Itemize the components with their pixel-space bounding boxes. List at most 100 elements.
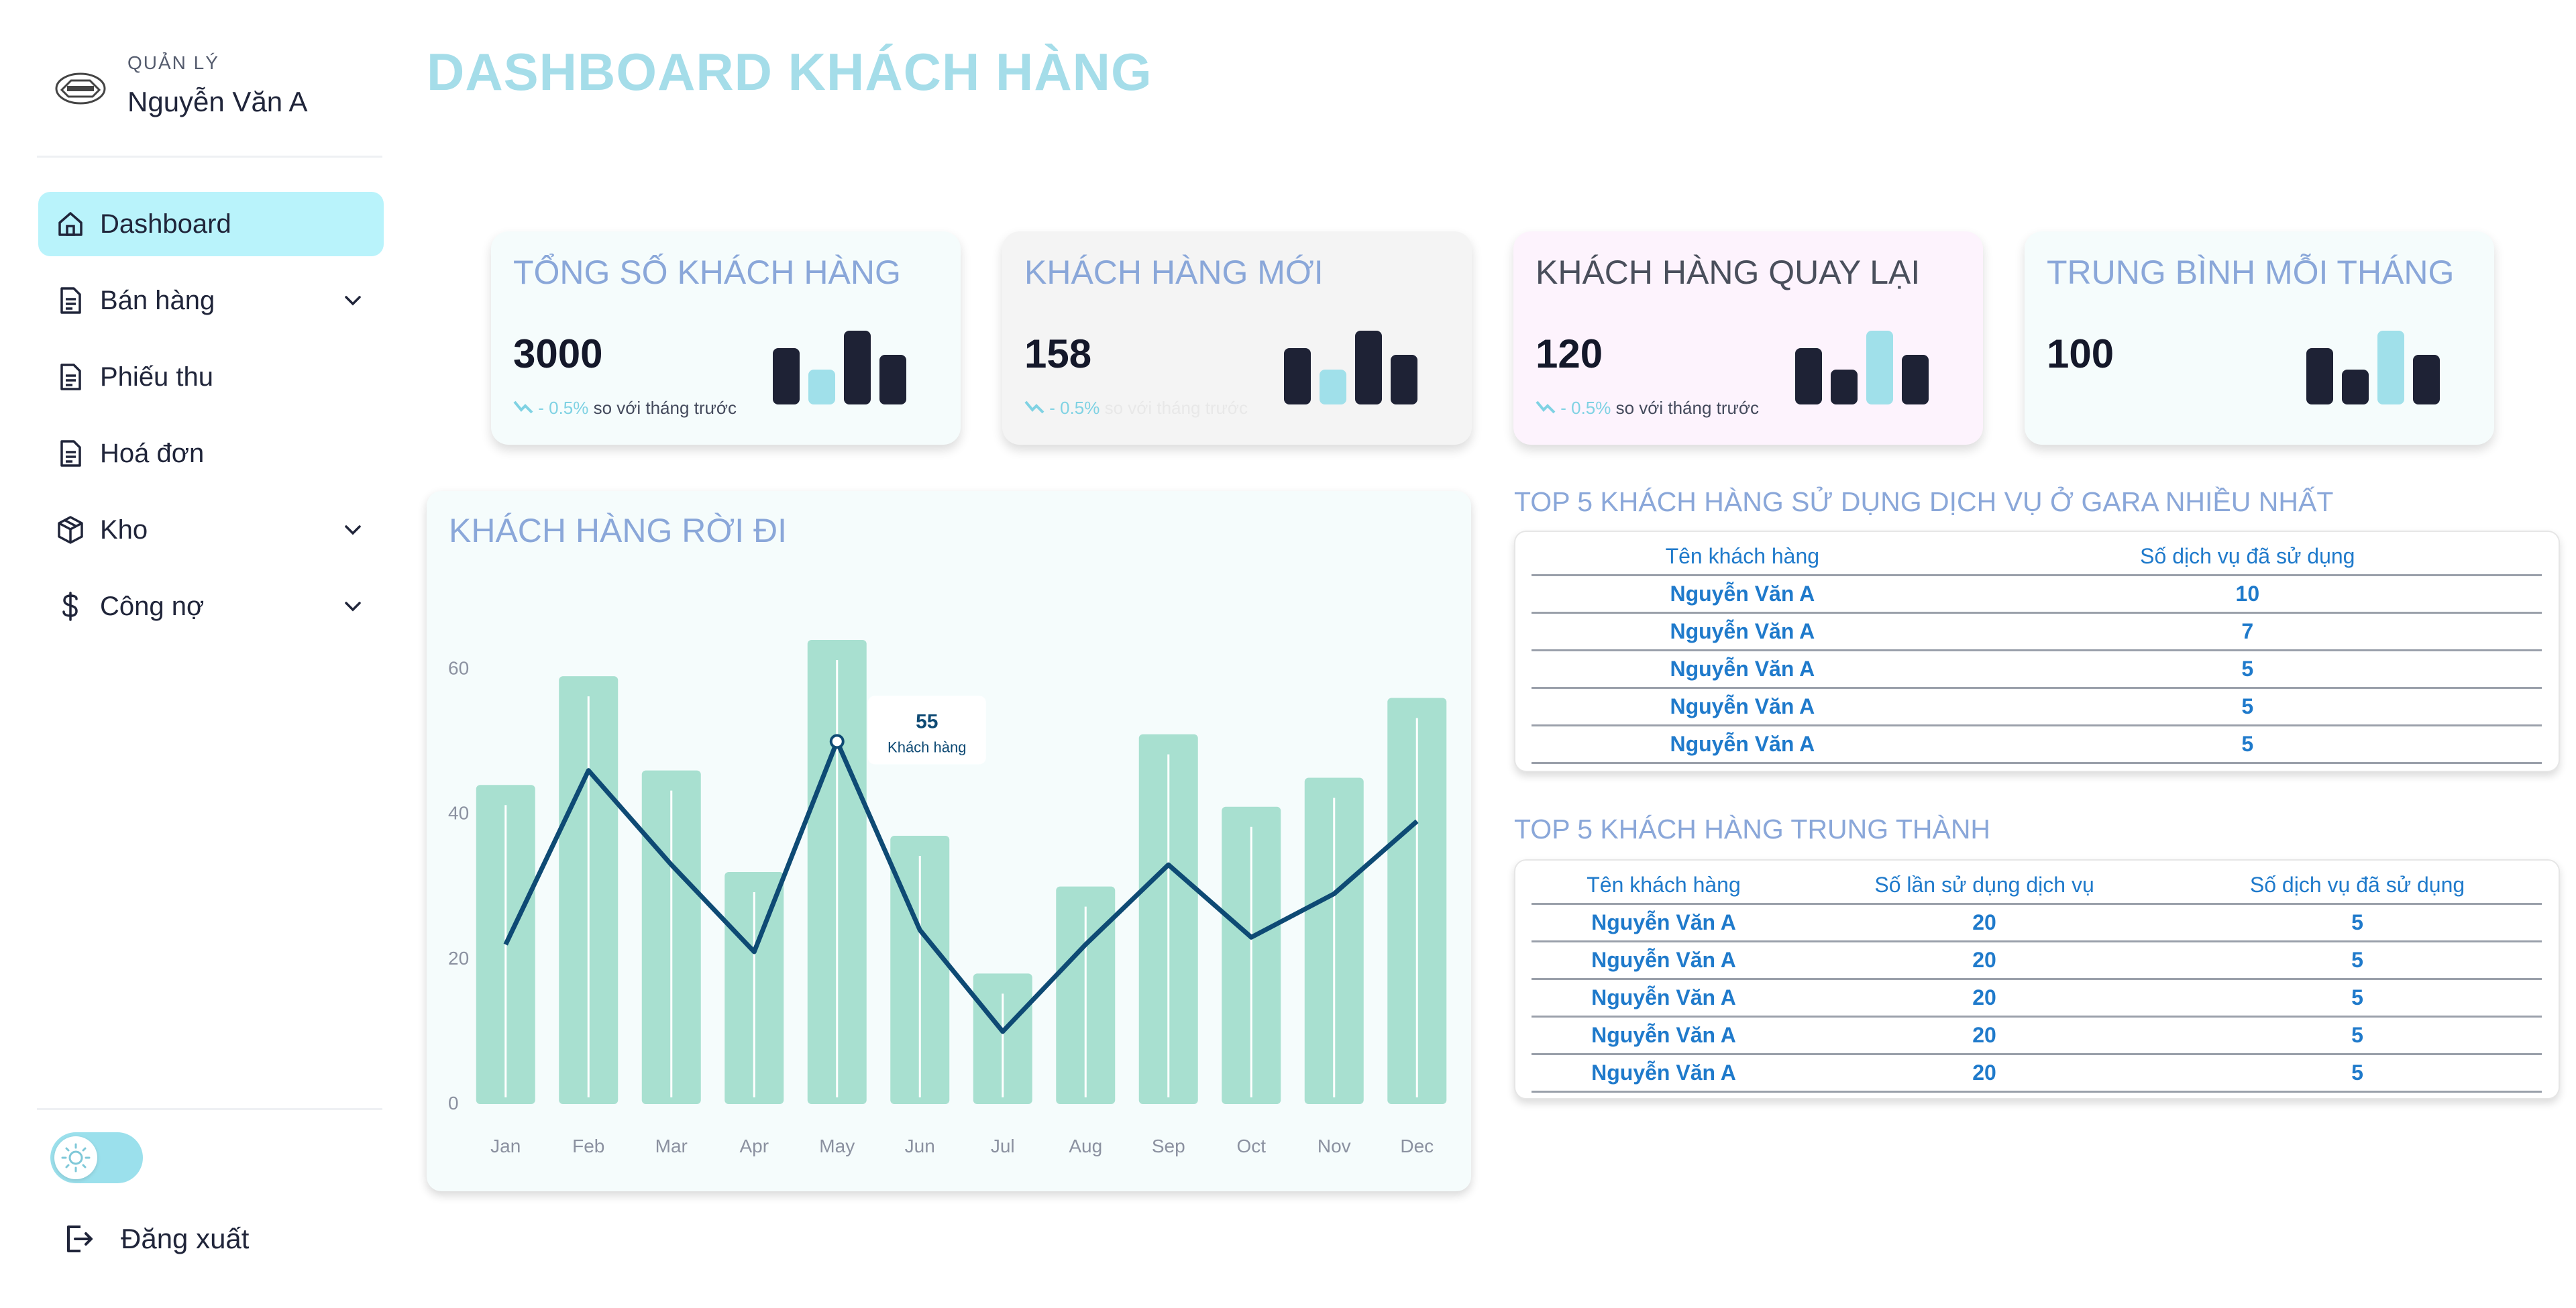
table-row: Nguyễn Văn A 10 <box>1532 575 2542 614</box>
tooltip-label: Khách hàng <box>888 739 966 755</box>
page-title: DASHBOARD KHÁCH HÀNG <box>427 42 1152 101</box>
x-tick-label: Jul <box>991 1136 1015 1156</box>
card-value: 3000 <box>513 331 603 376</box>
box-icon <box>58 516 83 544</box>
top-loyal-title: TOP 5 KHÁCH HÀNG TRUNG THÀNH <box>1514 814 1991 844</box>
cell-name: Nguyễn Văn A <box>1532 904 1796 942</box>
y-tick-label: 60 <box>448 657 469 678</box>
top-loyal-table: Tên khách hàng Số lần sử dụng dịch vụ Số… <box>1532 867 2542 1093</box>
trend-percent: - 0.5% <box>1049 398 1100 418</box>
churn-chart-panel: KHÁCH HÀNG RỜI ĐI 0 20 40 60 Jan Feb Mar Apr May… <box>427 491 1471 1191</box>
table-row: Nguyễn Văn A 20 5 <box>1532 1054 2542 1093</box>
cell-count: 5 <box>1953 650 2542 689</box>
x-tick-label: Jun <box>905 1136 935 1156</box>
theme-toggle[interactable] <box>50 1132 143 1183</box>
card-value: 100 <box>2047 331 2114 376</box>
trend-down-icon <box>513 400 533 414</box>
y-tick-label: 0 <box>448 1093 459 1113</box>
chevron-down-icon[interactable] <box>341 518 365 542</box>
x-tick-label: Dec <box>1400 1136 1434 1156</box>
churn-chart: 0 20 40 60 Jan Feb Mar Apr May Jun Jul Aug Sep Oct Nov… <box>448 640 1447 1156</box>
table-row: Nguyễn Văn A5 <box>1532 725 2542 764</box>
stat-card-new: KHÁCH HÀNG MỚI 158 - 0.5% so với tháng t… <box>1002 231 1472 445</box>
column-header: Tên khách hàng <box>1532 867 1796 905</box>
column-header: Số dịch vụ đã sử dụng <box>1953 539 2542 576</box>
mini-bar <box>1355 331 1382 404</box>
trend-percent: - 0.5% <box>538 398 589 418</box>
card-title: KHÁCH HÀNG MỚI <box>1024 254 1324 291</box>
sidebar-item-phieu-thu[interactable]: Phiếu thu <box>38 345 384 409</box>
cell-name: Nguyễn Văn A <box>1532 1016 1796 1055</box>
top-services-table: Tên khách hàng Số dịch vụ đã sử dụng Ngu… <box>1532 539 2542 764</box>
x-tick-label: Mar <box>655 1136 688 1156</box>
trend-percent: - 0.5% <box>1560 398 1611 418</box>
chevron-down-icon[interactable] <box>341 288 365 313</box>
logout-label: Đăng xuất <box>121 1223 250 1254</box>
mini-bar <box>1795 348 1822 404</box>
sidebar-item-label: Kho <box>100 514 148 545</box>
x-tick-label: Aug <box>1069 1136 1102 1156</box>
sidebar-item-dashboard[interactable]: Dashboard <box>38 192 384 256</box>
y-tick-label: 20 <box>448 948 469 969</box>
mini-bar-chart <box>773 331 906 404</box>
stat-card-monthly-average: TRUNG BÌNH MỖI THÁNG 100 <box>2025 231 2494 445</box>
mini-bar <box>1284 348 1311 404</box>
chevron-down-icon[interactable] <box>341 594 365 618</box>
sidebar-item-cong-no[interactable]: Công nợ <box>38 574 384 639</box>
sun-icon <box>61 1143 91 1173</box>
cell-visits: 20 <box>1796 1054 2174 1093</box>
dollar-icon <box>62 592 78 621</box>
card-value: 120 <box>1536 331 1603 376</box>
cell-count: 10 <box>1953 575 2542 614</box>
card-title: TỔNG SỐ KHÁCH HÀNG <box>513 254 901 291</box>
trend-text: so với tháng trước <box>593 398 737 418</box>
table-header-row: Tên khách hàng Số dịch vụ đã sử dụng <box>1532 539 2542 576</box>
table-row: Nguyễn Văn A5 <box>1532 650 2542 689</box>
x-tick-label: Feb <box>572 1136 604 1156</box>
top-services-table-card: Tên khách hàng Số dịch vụ đã sử dụng Ngu… <box>1514 531 2560 772</box>
cell-visits: 20 <box>1796 1016 2174 1055</box>
cell-visits: 20 <box>1796 941 2174 980</box>
cell-name: Nguyễn Văn A <box>1532 979 1796 1018</box>
mini-bar <box>1391 355 1417 404</box>
mini-bar-chart <box>1795 331 1929 404</box>
x-tick-label: Sep <box>1152 1136 1185 1156</box>
mini-bar <box>808 370 835 404</box>
sidebar-item-label: Bán hàng <box>100 285 215 315</box>
mini-bar <box>1866 331 1893 404</box>
cell-services: 5 <box>2173 941 2542 980</box>
mini-bar <box>2342 370 2369 404</box>
trend-text: so với tháng trước <box>1104 398 1248 418</box>
cell-name: Nguyễn Văn A <box>1532 612 1953 651</box>
cell-count: 7 <box>1953 612 2542 651</box>
cell-name: Nguyễn Văn A <box>1532 650 1953 689</box>
mini-bar <box>844 331 871 404</box>
trend-down-icon <box>1024 400 1044 414</box>
logout-icon <box>67 1225 93 1252</box>
sidebar-item-hoa-don[interactable]: Hoá đơn <box>38 421 384 486</box>
table-row: Nguyễn Văn A7 <box>1532 612 2542 651</box>
top-services-title: TOP 5 KHÁCH HÀNG SỬ DỤNG DỊCH VỤ Ở GARA … <box>1514 486 2334 517</box>
trend-text: so với tháng trước <box>1615 398 1759 418</box>
card-value: 158 <box>1024 331 1092 376</box>
mini-bar <box>1320 370 1346 404</box>
sidebar-item-label: Hoá đơn <box>100 438 205 468</box>
sidebar-item-kho[interactable]: Kho <box>38 498 384 562</box>
cell-name: Nguyễn Văn A <box>1532 725 1953 764</box>
table-row: Nguyễn Văn A 20 5 <box>1532 1016 2542 1055</box>
table-row: Nguyễn Văn A 20 5 <box>1532 941 2542 980</box>
mini-bar <box>2377 331 2404 404</box>
sidebar-item-label: Công nợ <box>100 591 205 621</box>
mini-bar <box>773 348 800 404</box>
x-tick-label: Oct <box>1236 1136 1266 1156</box>
cell-name: Nguyễn Văn A <box>1532 941 1796 980</box>
top-loyal-table-card: Tên khách hàng Số lần sử dụng dịch vụ Số… <box>1514 859 2560 1099</box>
column-header: Tên khách hàng <box>1532 539 1953 576</box>
home-icon <box>58 212 83 236</box>
sidebar-item-ban-hang[interactable]: Bán hàng <box>38 268 384 333</box>
sidebar-item-label: Dashboard <box>100 209 231 239</box>
cell-services: 5 <box>2173 1016 2542 1055</box>
card-title: KHÁCH HÀNG QUAY LẠI <box>1536 254 1921 291</box>
toggle-knob <box>54 1136 97 1179</box>
mini-bar <box>1831 370 1858 404</box>
